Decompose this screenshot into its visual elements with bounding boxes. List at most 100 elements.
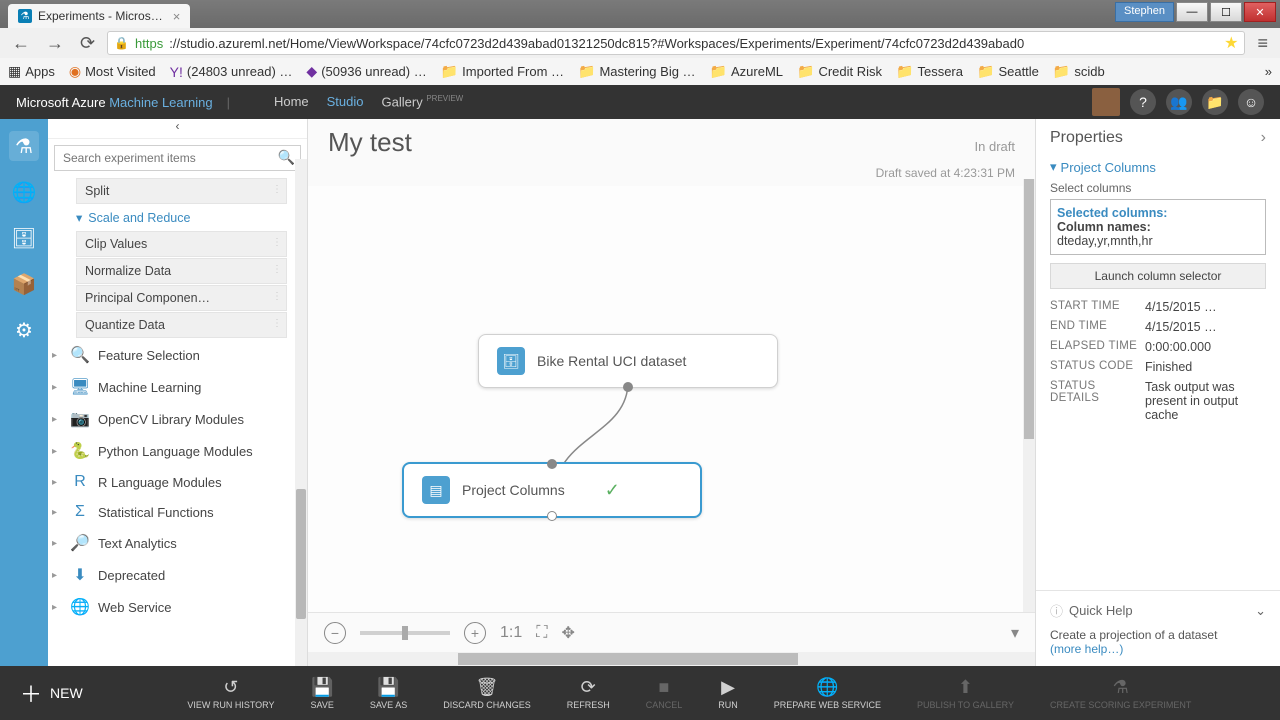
- tree-category[interactable]: ▸📷OpenCV Library Modules: [48, 403, 295, 435]
- rail-web-services[interactable]: 🌐: [9, 177, 39, 207]
- chevron-down-icon[interactable]: ⌄: [1255, 603, 1266, 619]
- nav-studio[interactable]: Studio: [327, 94, 364, 109]
- command-bar: ＋NEW ↺VIEW RUN HISTORY 💾SAVE 💾SAVE AS 🗑D…: [0, 666, 1280, 720]
- properties-header: Properties›: [1036, 119, 1280, 157]
- sidebar-scrollbar[interactable]: [295, 159, 307, 666]
- rail-experiments[interactable]: ⚗: [9, 131, 39, 161]
- module-item[interactable]: Quantize Data⋮: [76, 312, 287, 338]
- bookmark-folder[interactable]: 📁scidb: [1053, 63, 1105, 80]
- run-button[interactable]: ▶RUN: [718, 676, 738, 710]
- view-run-history-button[interactable]: ↺VIEW RUN HISTORY: [187, 676, 274, 710]
- app-header: Microsoft Azure Machine Learning | Home …: [0, 85, 1280, 119]
- nav-home[interactable]: Home: [274, 94, 309, 109]
- tree-category[interactable]: ▸🔍Feature Selection: [48, 339, 295, 371]
- maximize-button[interactable]: ☐: [1210, 2, 1242, 22]
- nav-rail: ⚗ 🌐 🗄 📦 ⚙: [0, 119, 48, 666]
- experiment-title[interactable]: My test: [328, 127, 412, 158]
- bookmark-folder[interactable]: 📁Mastering Big …: [578, 63, 696, 80]
- tree-category[interactable]: ▸⬇Deprecated: [48, 559, 295, 591]
- user-badge[interactable]: Stephen: [1115, 2, 1174, 22]
- lock-icon: 🔒: [114, 36, 129, 50]
- actual-size-button[interactable]: 1:1: [500, 624, 522, 642]
- star-icon[interactable]: ★: [1224, 33, 1238, 53]
- check-icon: ✓: [605, 480, 620, 501]
- bookmark-overflow[interactable]: »: [1265, 64, 1272, 79]
- create-scoring-button: ⚗CREATE SCORING EXPERIMENT: [1050, 676, 1191, 710]
- apps-button[interactable]: ▦Apps: [8, 63, 55, 80]
- canvas-v-scrollbar[interactable]: [1023, 179, 1035, 612]
- launch-column-selector-button[interactable]: Launch column selector: [1050, 263, 1266, 289]
- collapse-sidebar[interactable]: ‹: [48, 119, 307, 139]
- select-columns-label: Select columns: [1050, 181, 1266, 195]
- tree-category[interactable]: ▸RR Language Modules: [48, 467, 295, 497]
- canvas-surface[interactable]: 🗄 Bike Rental UCI dataset ▤ Project Colu…: [308, 186, 1035, 612]
- avatar[interactable]: [1092, 88, 1120, 116]
- prepare-web-service-button[interactable]: 🌐PREPARE WEB SERVICE: [774, 676, 881, 710]
- search-input[interactable]: [54, 145, 301, 171]
- smile-icon[interactable]: ☺: [1238, 89, 1264, 115]
- canvas-toolbar: − + 1:1 ⛶ ✥ ▾: [308, 612, 1035, 652]
- section-title[interactable]: ▾Project Columns: [1050, 157, 1266, 181]
- module-item[interactable]: Principal Componen…⋮: [76, 285, 287, 311]
- close-icon[interactable]: ×: [173, 9, 181, 24]
- folder-icon[interactable]: 📁: [1202, 89, 1228, 115]
- save-as-button[interactable]: 💾SAVE AS: [370, 676, 407, 710]
- rail-datasets[interactable]: 🗄: [9, 223, 39, 253]
- output-port[interactable]: [623, 382, 633, 392]
- output-port[interactable]: [547, 511, 557, 521]
- bookmark-folder[interactable]: 📁Seattle: [977, 63, 1039, 80]
- fit-screen-button[interactable]: ⛶: [536, 624, 547, 642]
- saved-timestamp: Draft saved at 4:23:31 PM: [308, 166, 1035, 186]
- flask-icon: ⚗: [18, 9, 32, 23]
- tree-category-expanded[interactable]: ▾Scale and Reduce: [48, 205, 295, 230]
- window-close-button[interactable]: ✕: [1244, 2, 1276, 22]
- pan-button[interactable]: ✥: [561, 623, 574, 643]
- bookmark-item[interactable]: ◆(50936 unread) …: [306, 63, 426, 80]
- new-button[interactable]: ＋NEW: [20, 677, 83, 709]
- module-item[interactable]: Split⋮: [76, 178, 287, 204]
- reload-button[interactable]: ⟳: [76, 33, 99, 54]
- group-icon[interactable]: 👥: [1166, 89, 1192, 115]
- url-field[interactable]: 🔒 https://studio.azureml.net/Home/ViewWo…: [107, 31, 1245, 55]
- minimize-button[interactable]: —: [1176, 2, 1208, 22]
- bookmark-item[interactable]: ◉Most Visited: [69, 63, 156, 80]
- rail-modules[interactable]: 📦: [9, 269, 39, 299]
- menu-button[interactable]: ≡: [1253, 33, 1272, 54]
- refresh-button[interactable]: ⟳REFRESH: [567, 676, 610, 710]
- module-item[interactable]: Clip Values⋮: [76, 231, 287, 257]
- node-dataset[interactable]: 🗄 Bike Rental UCI dataset: [478, 334, 778, 388]
- tree-category[interactable]: ▸🔎Text Analytics: [48, 527, 295, 559]
- tree-category[interactable]: ▸🖥Machine Learning: [48, 371, 295, 403]
- more-help-link[interactable]: (more help…): [1050, 642, 1123, 656]
- zoom-slider[interactable]: [360, 631, 450, 635]
- tree-category[interactable]: ▸🐍Python Language Modules: [48, 435, 295, 467]
- forward-button[interactable]: →: [42, 33, 68, 54]
- node-project-columns[interactable]: ▤ Project Columns ✓: [402, 462, 702, 518]
- module-icon: ▤: [422, 476, 450, 504]
- back-button[interactable]: ←: [8, 33, 34, 54]
- bookmark-item[interactable]: Y!(24803 unread) …: [170, 64, 293, 80]
- input-port[interactable]: [547, 459, 557, 469]
- chevron-right-icon[interactable]: ›: [1261, 129, 1266, 147]
- bookmark-folder[interactable]: 📁Credit Risk: [797, 63, 882, 80]
- help-icon[interactable]: ?: [1130, 89, 1156, 115]
- bookmark-folder[interactable]: 📁AzureML: [710, 63, 783, 80]
- rail-settings[interactable]: ⚙: [9, 315, 39, 345]
- browser-tab[interactable]: ⚗ Experiments - Micros… ×: [8, 4, 190, 28]
- save-button[interactable]: 💾SAVE: [311, 676, 334, 710]
- brand[interactable]: Microsoft Azure Machine Learning: [16, 95, 213, 110]
- module-item[interactable]: Normalize Data⋮: [76, 258, 287, 284]
- nav-gallery[interactable]: Gallery PREVIEW: [382, 94, 464, 109]
- bookmark-folder[interactable]: 📁Imported From …: [441, 63, 564, 80]
- discard-changes-button[interactable]: 🗑DISCARD CHANGES: [443, 676, 531, 710]
- search-icon[interactable]: 🔍: [278, 149, 295, 166]
- app-nav: Home Studio Gallery PREVIEW: [274, 94, 463, 109]
- zoom-in-button[interactable]: +: [464, 622, 486, 644]
- tree-category[interactable]: ▸🌐Web Service: [48, 591, 295, 623]
- canvas-h-scrollbar[interactable]: [308, 652, 1035, 666]
- canvas-menu[interactable]: ▾: [1011, 623, 1019, 643]
- address-bar: ← → ⟳ 🔒 https://studio.azureml.net/Home/…: [0, 28, 1280, 58]
- bookmark-folder[interactable]: 📁Tessera: [896, 63, 963, 80]
- tree-category[interactable]: ▸ΣStatistical Functions: [48, 497, 295, 527]
- zoom-out-button[interactable]: −: [324, 622, 346, 644]
